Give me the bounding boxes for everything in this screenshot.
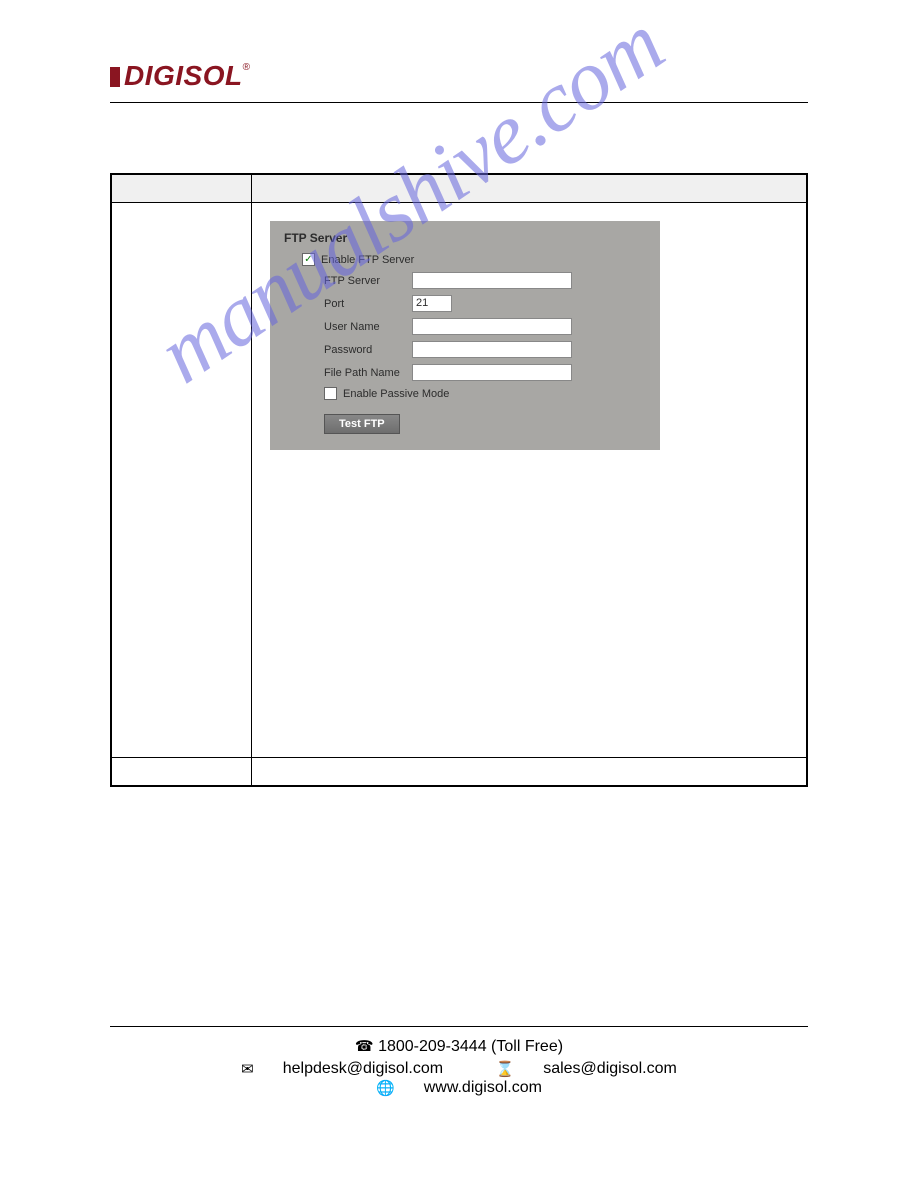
ftp-password-input[interactable] bbox=[412, 341, 572, 358]
enable-ftp-label: Enable FTP Server bbox=[321, 254, 414, 266]
table-footer-left bbox=[112, 758, 252, 786]
content-table: FTP Server ✓ Enable FTP Server FTP Serve… bbox=[110, 173, 808, 787]
ftp-port-label: Port bbox=[324, 298, 412, 310]
footer-helpdesk: helpdesk@digisol.com bbox=[283, 1060, 443, 1078]
phone-icon: ☎ bbox=[355, 1037, 374, 1055]
footer-web: www.digisol.com bbox=[424, 1079, 542, 1097]
table-header-left bbox=[112, 175, 252, 203]
footer-web-item: 🌐 www.digisol.com bbox=[364, 1079, 554, 1097]
hourglass-icon: ⌛ bbox=[496, 1060, 515, 1078]
logo-bar-icon bbox=[110, 67, 120, 87]
ftp-user-label: User Name bbox=[324, 321, 412, 333]
globe-icon: 🌐 bbox=[376, 1079, 395, 1097]
table-left-cell bbox=[112, 203, 252, 758]
page-footer: ☎ 1800-209-3444 (Toll Free) ✉ helpdesk@d… bbox=[110, 1026, 808, 1098]
table-body-cell: FTP Server ✓ Enable FTP Server FTP Serve… bbox=[252, 203, 807, 758]
ftp-user-field-row: User Name bbox=[284, 318, 646, 335]
ftp-panel-title: FTP Server bbox=[284, 231, 646, 245]
ftp-password-label: Password bbox=[324, 344, 412, 356]
enable-ftp-checkbox[interactable]: ✓ bbox=[302, 253, 315, 266]
footer-sales-item: ⌛ sales@digisol.com bbox=[484, 1060, 689, 1078]
footer-phone-line: ☎ 1800-209-3444 (Toll Free) bbox=[110, 1037, 808, 1056]
ftp-server-field-row: FTP Server bbox=[284, 272, 646, 289]
ftp-port-input[interactable]: 21 bbox=[412, 295, 452, 312]
table-header-right bbox=[252, 175, 807, 203]
ftp-path-input[interactable] bbox=[412, 364, 572, 381]
ftp-path-label: File Path Name bbox=[324, 367, 412, 379]
brand-logo-tm: ® bbox=[243, 62, 251, 73]
mail-icon: ✉ bbox=[241, 1060, 254, 1078]
passive-mode-label: Enable Passive Mode bbox=[343, 388, 449, 400]
passive-mode-checkbox[interactable] bbox=[324, 387, 337, 400]
passive-mode-row: Enable Passive Mode bbox=[284, 387, 646, 400]
ftp-user-input[interactable] bbox=[412, 318, 572, 335]
table-footer-right bbox=[252, 758, 807, 786]
footer-contacts-line: ✉ helpdesk@digisol.com ⌛ sales@digisol.c… bbox=[110, 1060, 808, 1098]
brand-logo-text: DIGISOL bbox=[124, 60, 243, 91]
test-ftp-button[interactable]: Test FTP bbox=[324, 414, 400, 434]
ftp-password-field-row: Password bbox=[284, 341, 646, 358]
ftp-server-panel: FTP Server ✓ Enable FTP Server FTP Serve… bbox=[270, 221, 660, 450]
ftp-path-field-row: File Path Name bbox=[284, 364, 646, 381]
footer-phone: 1800-209-3444 (Toll Free) bbox=[378, 1038, 563, 1055]
ftp-server-input[interactable] bbox=[412, 272, 572, 289]
footer-sales: sales@digisol.com bbox=[543, 1060, 677, 1078]
ftp-port-field-row: Port 21 bbox=[284, 295, 646, 312]
brand-logo: DIGISOL® bbox=[110, 60, 808, 92]
enable-ftp-row: ✓ Enable FTP Server bbox=[284, 253, 646, 266]
ftp-server-label: FTP Server bbox=[324, 275, 412, 287]
footer-helpdesk-item: ✉ helpdesk@digisol.com bbox=[229, 1060, 455, 1078]
header-divider bbox=[110, 102, 808, 103]
